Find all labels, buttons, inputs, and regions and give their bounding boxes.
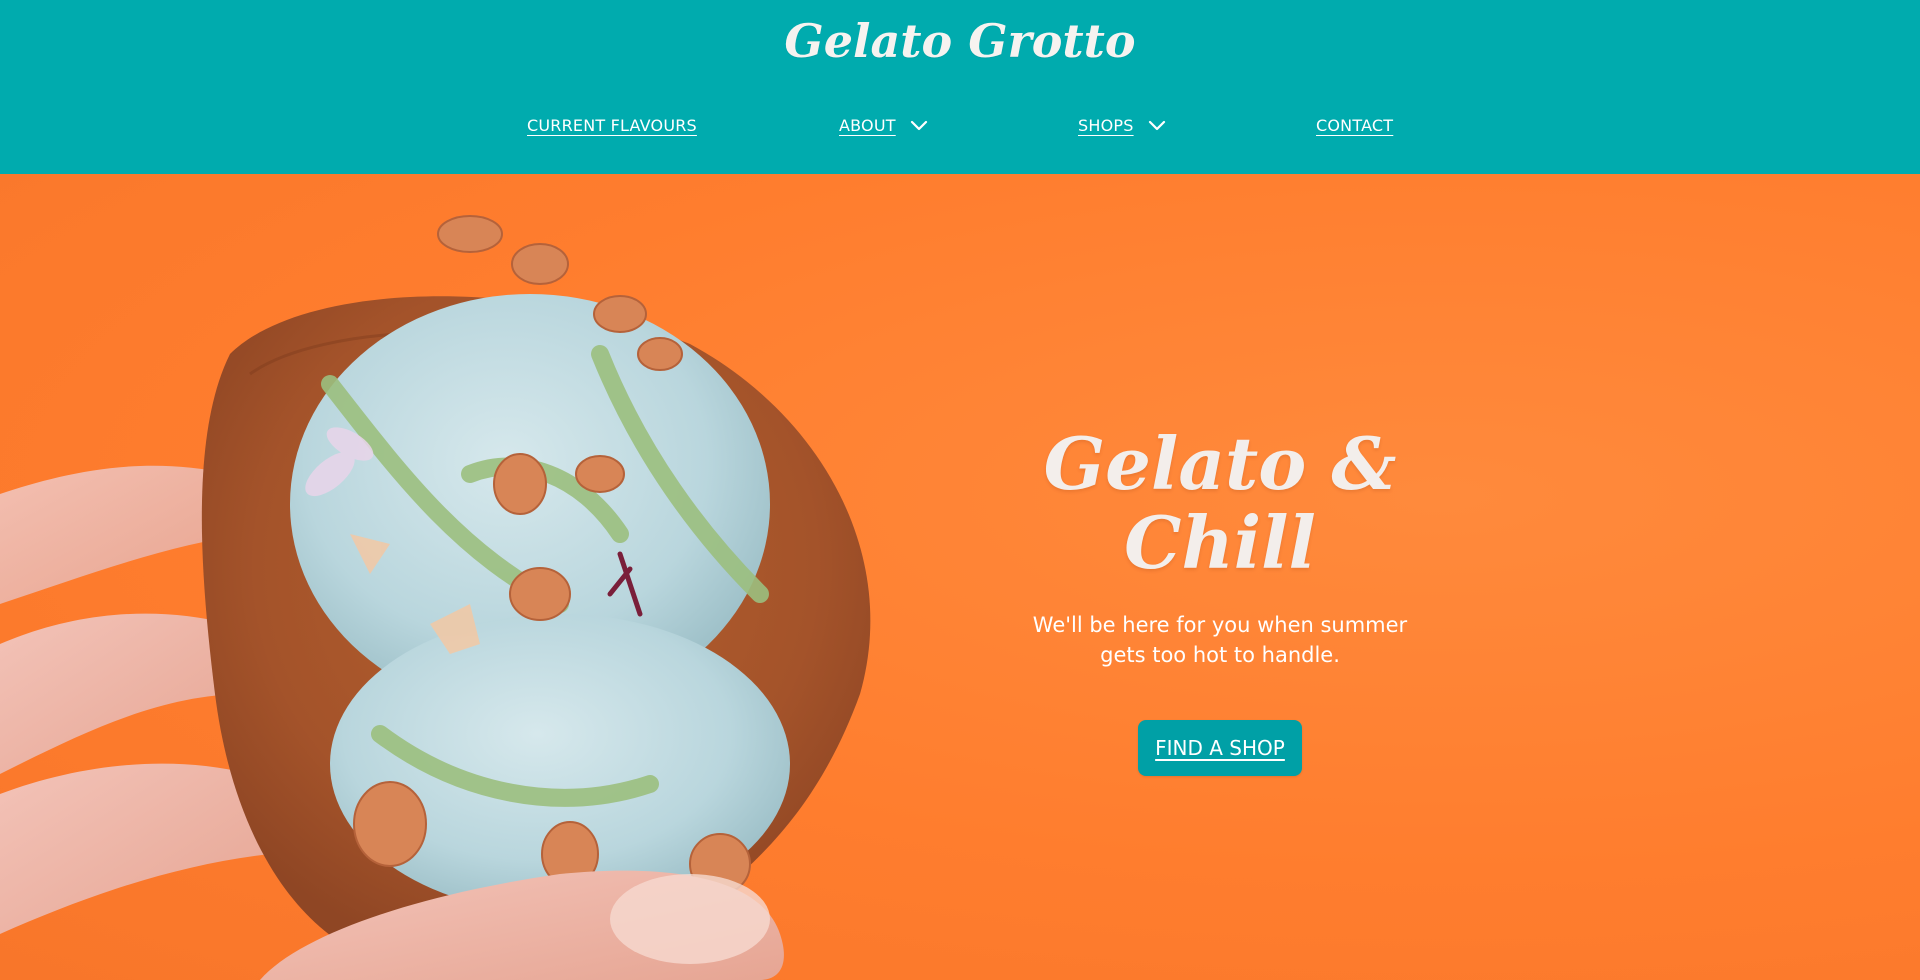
chevron-down-icon[interactable] <box>910 120 928 132</box>
nav-item-label[interactable]: CONTACT <box>1316 116 1393 135</box>
nav-item-about[interactable]: ABOUT <box>839 116 928 135</box>
nav-item-label[interactable]: CURRENT FLAVOURS <box>527 116 697 135</box>
site-logo[interactable]: Gelato Grotto <box>0 14 1920 68</box>
nav-item-shops[interactable]: SHOPS <box>1078 116 1166 135</box>
nav-item-current-flavours[interactable]: CURRENT FLAVOURS <box>527 116 697 135</box>
hero-subtitle: We'll be here for you when summer gets t… <box>1032 613 1408 668</box>
nav-item-label[interactable]: SHOPS <box>1078 116 1134 135</box>
hero-title: Gelato & Chill <box>1043 421 1397 586</box>
site-header: Gelato Grotto CURRENT FLAVOURS ABOUT SHO… <box>0 0 1920 174</box>
nav-item-contact[interactable]: CONTACT <box>1316 116 1393 135</box>
hero-content: Gelato & Chill We'll be here for you whe… <box>960 421 1480 777</box>
hero-gelato-image <box>0 215 871 980</box>
hero-section: Gelato & Chill We'll be here for you whe… <box>0 174 1920 980</box>
chevron-down-icon[interactable] <box>1148 120 1166 132</box>
main-nav: CURRENT FLAVOURS ABOUT SHOPS CONTACT <box>0 116 1920 146</box>
find-a-shop-button[interactable]: FIND A SHOP <box>1138 720 1302 777</box>
nav-item-label[interactable]: ABOUT <box>839 116 896 135</box>
